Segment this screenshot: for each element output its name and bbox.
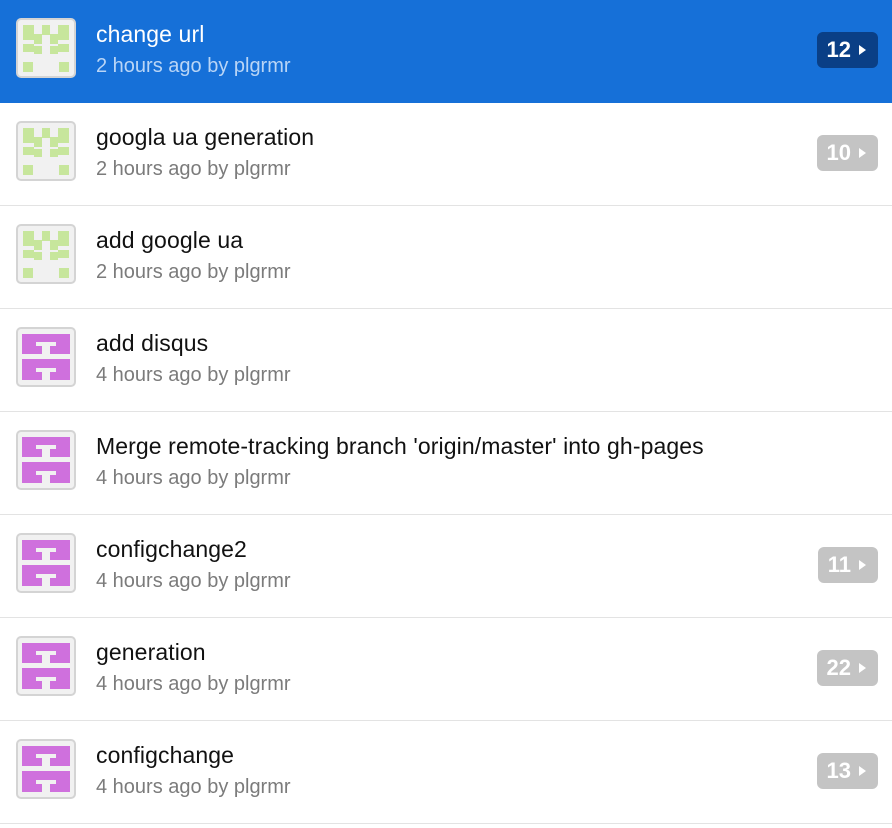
commit-title: Merge remote-tracking branch 'origin/mas… [96,433,704,459]
diff-count: 13 [826,758,851,783]
diff-count-badge[interactable]: 10 [816,135,878,171]
diff-count: 11 [827,552,851,577]
commit-title: configchange [96,742,235,768]
commit-meta: 4 hours ago by plgrmr [96,570,291,592]
commit-meta: 2 hours ago by plgrmr [96,55,291,77]
avatar [16,327,76,387]
diff-count: 10 [826,140,851,165]
disclosure-arrow-icon [859,560,866,570]
commit-row[interactable]: Merge remote-tracking branch 'origin/mas… [0,412,892,515]
commit-title: change url [96,21,205,47]
disclosure-arrow-icon [859,45,866,55]
avatar [16,18,76,78]
avatar [16,739,76,799]
commit-meta: 2 hours ago by plgrmr [96,158,291,180]
commit-title: configchange2 [96,536,247,562]
diff-count: 12 [826,37,851,62]
commit-row[interactable]: configchange 4 hours ago by plgrmr 13 [0,721,892,824]
diff-count-badge[interactable]: 12 [816,32,878,68]
avatar [16,430,76,490]
commit-title: generation [96,639,206,665]
commit-row[interactable]: configchange2 4 hours ago by plgrmr 11 [0,515,892,618]
commit-row[interactable]: add google ua 2 hours ago by plgrmr [0,206,892,309]
commit-meta: 2 hours ago by plgrmr [96,261,291,283]
commit-row[interactable]: generation 4 hours ago by plgrmr 22 [0,618,892,721]
commit-row[interactable]: googla ua generation 2 hours ago by plgrm… [0,103,892,206]
disclosure-arrow-icon [859,766,866,776]
avatar [16,224,76,284]
disclosure-arrow-icon [859,148,866,158]
commit-list: change url 2 hours ago by plgrmr 12 googla … [0,0,892,824]
diff-count: 22 [826,655,851,680]
diff-count-badge[interactable]: 22 [816,650,878,686]
avatar [16,121,76,181]
disclosure-arrow-icon [859,663,866,673]
commit-title: add disqus [96,330,209,356]
commit-row[interactable]: change url 2 hours ago by plgrmr 12 [0,0,892,103]
commit-meta: 4 hours ago by plgrmr [96,364,291,386]
diff-count-badge[interactable]: 13 [816,753,878,789]
commit-meta: 4 hours ago by plgrmr [96,467,291,489]
avatar [16,636,76,696]
commit-meta: 4 hours ago by plgrmr [96,776,291,798]
commit-title: add google ua [96,227,244,253]
commit-row[interactable]: add disqus 4 hours ago by plgrmr [0,309,892,412]
avatar [16,533,76,593]
commit-meta: 4 hours ago by plgrmr [96,673,291,695]
commit-title: googla ua generation [96,124,315,150]
diff-count-badge[interactable]: 11 [817,547,878,583]
